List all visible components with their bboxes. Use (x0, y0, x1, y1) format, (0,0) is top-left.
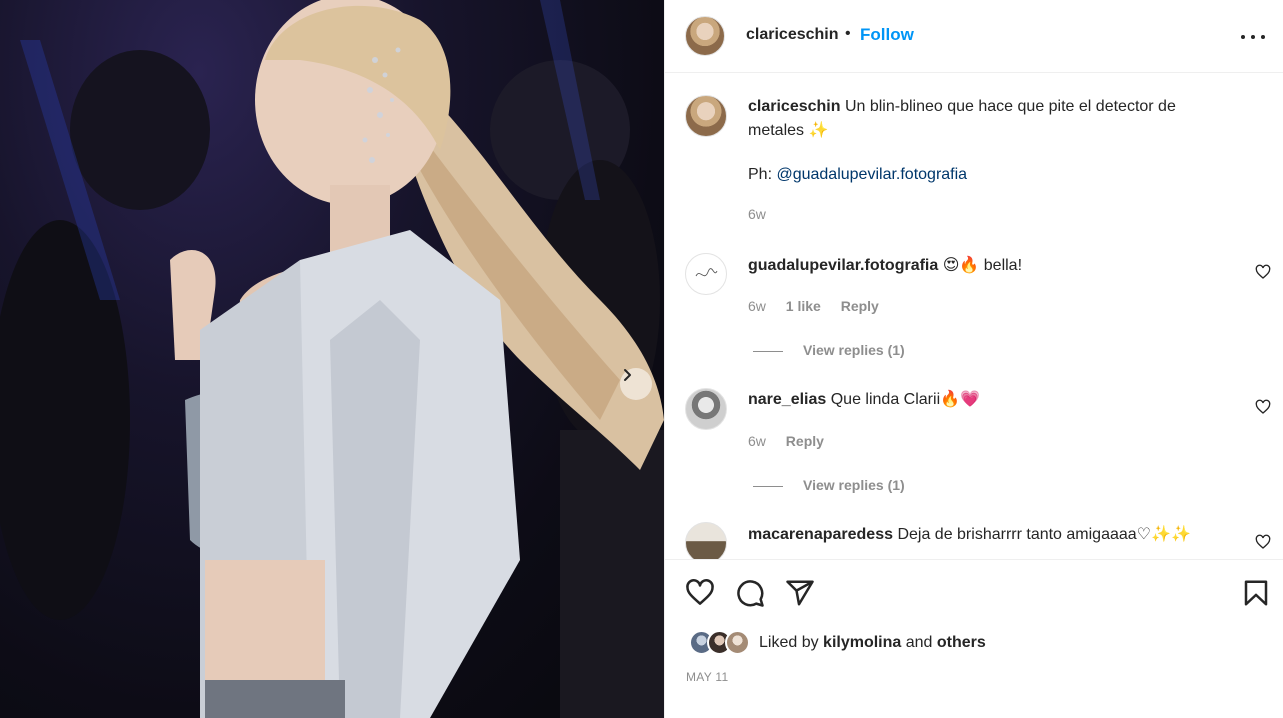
comment-like-heart-icon[interactable] (1255, 534, 1271, 550)
comment-text: nare_elias Que linda Clarii🔥💗 (748, 388, 1223, 412)
reply-button[interactable]: Reply (841, 298, 879, 314)
comment-age[interactable]: 6w (748, 298, 766, 314)
post-side-panel: clariceschin • Follow clariceschin Un bl… (664, 0, 1283, 718)
comments-list[interactable]: clariceschin Un blin-blineo que hace que… (665, 74, 1283, 559)
comment-text: guadalupevilar.fotografia 😍🔥 bella! (748, 254, 1223, 278)
header-separator: • (845, 25, 851, 42)
next-photo-button[interactable] (620, 368, 652, 400)
comment-icon[interactable] (735, 578, 765, 608)
comment-username[interactable]: macarenaparedess (748, 526, 893, 543)
reply-button[interactable]: Reply (786, 433, 824, 449)
caption-username[interactable]: clariceschin (748, 98, 841, 115)
liked-by-middle: and (901, 634, 937, 651)
comment-meta: 6w 1 like Reply (748, 298, 895, 314)
post-photo[interactable] (0, 0, 664, 718)
author-username[interactable]: clariceschin (746, 26, 839, 44)
caption-emoji: ✨ (808, 122, 829, 139)
author-avatar[interactable] (685, 16, 725, 56)
more-options-icon[interactable] (1240, 26, 1266, 46)
view-replies-label: View replies (1) (803, 477, 905, 493)
caption-credit: Ph: @guadalupevilar.fotografia (748, 163, 1223, 187)
post-actions: Liked by kilymolina and others MAY 11 (665, 559, 1283, 718)
photo-illustration (0, 0, 664, 718)
comment-meta: 6w Reply (748, 433, 840, 449)
replies-line (753, 350, 783, 352)
comment-username[interactable]: nare_elias (748, 391, 826, 408)
comment-avatar[interactable] (685, 388, 727, 430)
liked-by-avatars (689, 630, 753, 656)
follow-button[interactable]: Follow (860, 25, 914, 45)
post-header: clariceschin • Follow (665, 0, 1283, 73)
caption-age[interactable]: 6w (748, 206, 766, 222)
liker-avatar[interactable] (725, 630, 750, 655)
comment-likes[interactable]: 1 like (786, 298, 821, 314)
comment-age[interactable]: 6w (748, 433, 766, 449)
signature-logo-icon (695, 268, 718, 277)
liked-by-prefix: Liked by (759, 634, 824, 651)
heart-icon[interactable] (685, 578, 715, 608)
comment-body: Que linda Clarii🔥💗 (830, 391, 980, 408)
credit-link[interactable]: @guadalupevilar.fotografia (776, 166, 967, 183)
view-replies-label: View replies (1) (803, 342, 905, 358)
replies-line (753, 485, 783, 487)
caption-text: clariceschin Un blin-blineo que hace que… (748, 95, 1223, 143)
view-replies-button[interactable]: View replies (1) (753, 342, 905, 358)
bookmark-icon[interactable] (1241, 578, 1271, 608)
comment-like-heart-icon[interactable] (1255, 264, 1271, 280)
comment-text: macarenaparedess Deja de brisharrrr tant… (748, 523, 1223, 547)
comment-like-heart-icon[interactable] (1255, 399, 1271, 415)
liked-by-user[interactable]: kilymolina (823, 634, 901, 651)
chevron-right-icon (624, 369, 631, 381)
comment-body: Deja de brisharrrr tanto amigaaaa♡✨✨ (897, 526, 1191, 543)
liked-by-others[interactable]: others (937, 634, 986, 651)
comment-avatar[interactable] (685, 253, 727, 295)
post-date[interactable]: MAY 11 (686, 670, 729, 684)
caption-meta: 6w (748, 206, 782, 222)
comment-username[interactable]: guadalupevilar.fotografia (748, 257, 938, 274)
caption-avatar[interactable] (685, 95, 727, 137)
liked-by-text: Liked by kilymolina and others (759, 634, 986, 652)
share-icon[interactable] (785, 578, 815, 608)
comment-avatar[interactable] (685, 522, 727, 559)
view-replies-button[interactable]: View replies (1) (753, 477, 905, 493)
credit-prefix: Ph: (748, 166, 777, 183)
comment-body: 😍🔥 bella! (942, 257, 1023, 274)
liked-by: Liked by kilymolina and others (689, 630, 986, 656)
